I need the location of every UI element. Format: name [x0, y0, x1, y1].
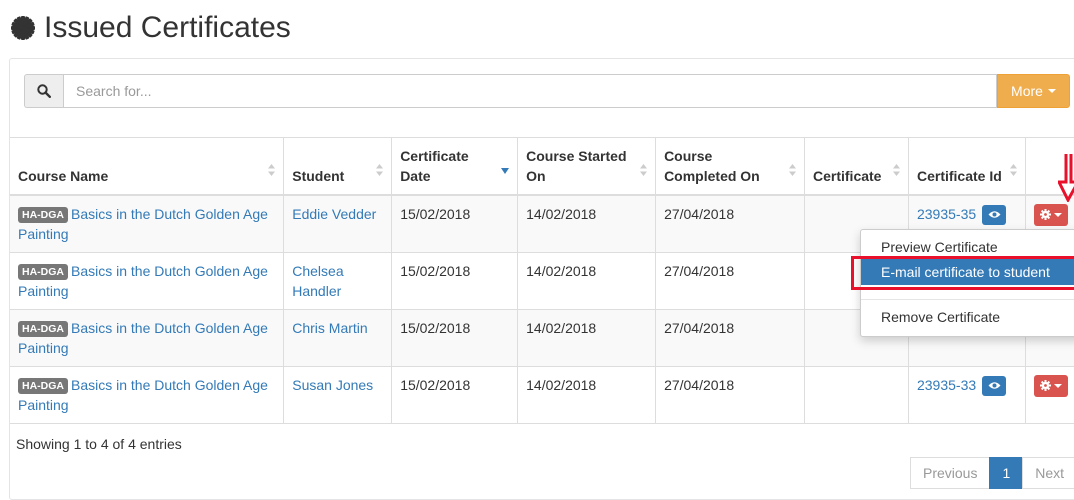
course-code-badge: HA-DGA — [18, 206, 68, 223]
pagination-previous[interactable]: Previous — [910, 457, 991, 489]
cell-student: Chelsea Handler — [283, 252, 393, 310]
pagination: Previous 1 Next — [910, 457, 1074, 489]
cell-course-started: 14/02/2018 — [517, 252, 657, 310]
view-certificate-button[interactable] — [982, 375, 1007, 396]
sort-desc-icon — [501, 167, 510, 174]
cell-course-completed: 27/04/2018 — [655, 309, 805, 367]
column-header-course-started-on[interactable]: Course Started On — [517, 137, 657, 196]
page-title-text: Issued Certificates — [44, 11, 291, 44]
cell-course-started: 14/02/2018 — [517, 194, 657, 253]
student-link[interactable]: Susan Jones — [292, 377, 373, 393]
search-addon[interactable] — [24, 74, 63, 108]
search-bar: More — [24, 74, 1070, 108]
cell-course: HA-DGA Basics in the Dutch Golden Age Pai… — [10, 366, 285, 424]
pagination-next[interactable]: Next — [1022, 457, 1074, 489]
pagination-page-1[interactable]: 1 — [989, 457, 1024, 489]
search-input[interactable] — [63, 74, 997, 108]
more-button-label: More — [1011, 83, 1043, 99]
eye-icon — [988, 211, 1001, 219]
menu-divider — [861, 299, 1074, 300]
gear-icon — [11, 16, 35, 40]
table-header-row: Course Name Student Certificate Date Cou… — [10, 137, 1074, 196]
certificate-id-link[interactable]: 23935-33 — [917, 377, 976, 393]
table-row: HA-DGA Basics in the Dutch Golden Age Pai… — [10, 366, 1074, 424]
menu-item-remove-certificate[interactable]: Remove Certificate — [861, 304, 1074, 330]
cog-icon — [1039, 209, 1051, 220]
cell-course-started: 14/02/2018 — [517, 309, 657, 367]
cell-certificate-id: 23935-33 — [908, 366, 1026, 424]
column-header-course-name[interactable]: Course Name — [10, 137, 285, 196]
student-link[interactable]: Chris Martin — [292, 320, 367, 336]
page-title: Issued Certificates — [10, 8, 291, 48]
actions-dropdown-button[interactable] — [1033, 203, 1068, 226]
cell-certificate-date: 15/02/2018 — [391, 309, 519, 367]
cell-certificate — [804, 366, 909, 424]
column-header-course-completed-on[interactable]: Course Completed On — [655, 137, 805, 196]
column-header-certificate-id[interactable]: Certificate Id — [908, 137, 1026, 196]
cell-student: Susan Jones — [283, 366, 393, 424]
caret-down-icon — [1053, 383, 1062, 388]
view-certificate-button[interactable] — [982, 204, 1007, 225]
column-header-certificate-date[interactable]: Certificate Date — [391, 137, 519, 196]
sort-icon — [640, 163, 648, 176]
cell-course-completed: 27/04/2018 — [655, 366, 805, 424]
cell-course: HA-DGA Basics in the Dutch Golden Age Pai… — [10, 309, 285, 367]
cog-icon — [1039, 380, 1051, 391]
cell-course-completed: 27/04/2018 — [655, 252, 805, 310]
sort-icon — [1009, 163, 1017, 176]
cell-certificate-date: 15/02/2018 — [391, 366, 519, 424]
student-link[interactable]: Chelsea Handler — [292, 263, 343, 299]
course-code-badge: HA-DGA — [18, 377, 68, 394]
cell-course-started: 14/02/2018 — [517, 366, 657, 424]
course-code-badge: HA-DGA — [18, 320, 68, 337]
cell-certificate-date: 15/02/2018 — [391, 194, 519, 253]
cell-actions — [1025, 366, 1074, 424]
search-icon — [37, 84, 51, 98]
highlight-box — [851, 256, 1074, 290]
cell-course-completed: 27/04/2018 — [655, 194, 805, 253]
sort-icon — [268, 163, 276, 176]
more-button[interactable]: More — [997, 74, 1070, 108]
student-link[interactable]: Eddie Vedder — [292, 206, 376, 222]
sort-icon — [789, 163, 796, 176]
actions-dropdown-button[interactable] — [1033, 374, 1068, 397]
course-code-badge: HA-DGA — [18, 263, 68, 280]
sort-icon — [892, 163, 900, 176]
eye-icon — [988, 382, 1001, 390]
cell-course: HA-DGA Basics in the Dutch Golden Age Pai… — [10, 194, 285, 253]
caret-down-icon — [1053, 212, 1062, 217]
column-header-certificate[interactable]: Certificate — [804, 137, 909, 196]
certificate-id-link[interactable]: 23935-35 — [917, 206, 976, 222]
sort-icon — [376, 163, 384, 176]
table-info: Showing 1 to 4 of 4 entries — [16, 436, 182, 452]
caret-down-icon — [1047, 89, 1056, 93]
column-header-student[interactable]: Student — [283, 137, 393, 196]
cell-course: HA-DGA Basics in the Dutch Golden Age Pai… — [10, 252, 285, 310]
cell-student: Eddie Vedder — [283, 194, 393, 253]
cell-student: Chris Martin — [283, 309, 393, 367]
arrow-down-icon — [1058, 154, 1074, 202]
cell-certificate-date: 15/02/2018 — [391, 252, 519, 310]
